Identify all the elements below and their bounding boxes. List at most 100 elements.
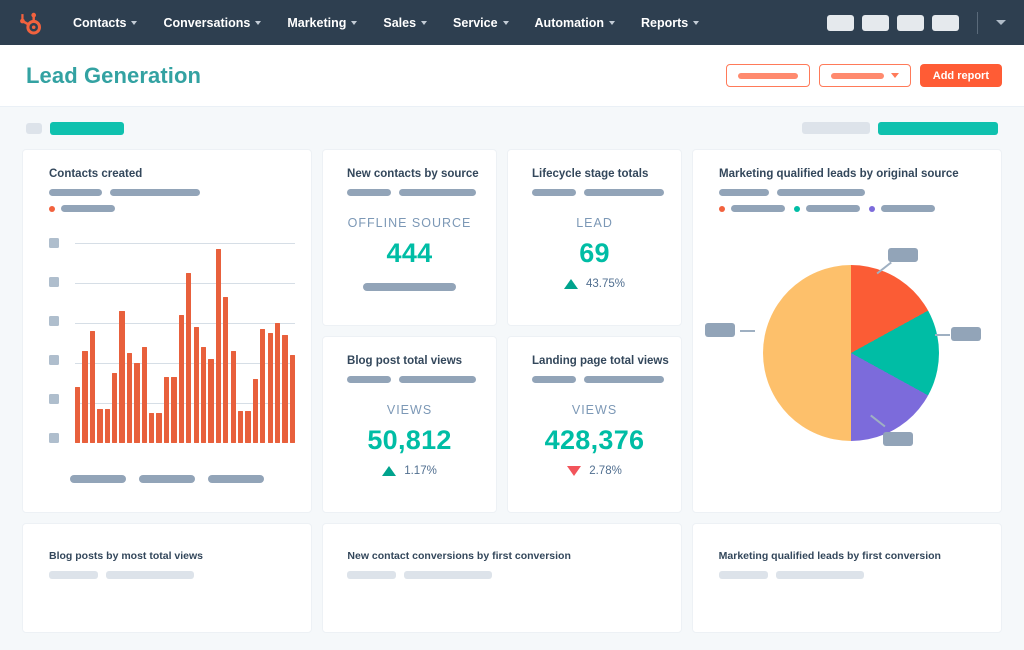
nav-right-actions (827, 0, 1010, 45)
bar[interactable] (126, 353, 133, 443)
card-mql-by-first-conversion[interactable]: Marketing qualified leads by first conve… (691, 523, 1002, 633)
kpi-value: 69 (579, 238, 610, 268)
bar[interactable] (215, 249, 222, 443)
bar[interactable] (112, 373, 118, 443)
card-subtitle-redacted (23, 562, 311, 579)
nav-item-label: Contacts (73, 15, 127, 30)
card-title: Blog posts by most total views (49, 550, 204, 562)
y-axis-label-redacted (49, 316, 59, 326)
bar[interactable] (156, 413, 162, 443)
nav-item-conversations[interactable]: Conversations (150, 16, 274, 30)
kpi-footer-redacted (323, 283, 496, 291)
bar[interactable] (260, 329, 266, 443)
card-title: Blog post total views (347, 355, 463, 367)
x-axis-label-redacted (208, 475, 265, 483)
kpi-delta: 1.17% (323, 465, 496, 477)
nav-item-label: Service (453, 15, 498, 30)
bar[interactable] (186, 273, 192, 443)
bar[interactable] (119, 311, 125, 443)
chart-legend (23, 196, 311, 212)
card-mql-by-original-source[interactable]: Marketing qualified leads by original so… (692, 149, 1002, 513)
bar[interactable] (252, 379, 259, 443)
bar[interactable] (200, 347, 207, 443)
bar[interactable] (223, 297, 229, 443)
card-new-contacts-by-source[interactable]: New contacts by source OFFLINE SOURCE 44… (322, 149, 498, 326)
nav-item-label: Marketing (287, 15, 347, 30)
chevron-down-icon (421, 20, 428, 25)
bar[interactable] (134, 363, 140, 443)
bar[interactable] (89, 331, 96, 443)
card-title: New contacts by source (347, 168, 479, 180)
nav-item-label: Automation (534, 15, 604, 30)
page-title: Lead Generation (26, 62, 202, 88)
bar[interactable] (237, 411, 244, 443)
bar[interactable] (289, 355, 296, 443)
bar[interactable] (193, 327, 199, 443)
top-navigation-bar: Contacts Conversations Marketing Sales S… (0, 0, 1024, 45)
filter-redacted-icon[interactable] (26, 122, 42, 134)
nav-action-icon-4[interactable] (932, 14, 959, 31)
bar[interactable] (97, 409, 103, 443)
bar[interactable] (141, 347, 147, 443)
card-lifecycle-stage-totals[interactable]: Lifecycle stage totals LEAD 69 43.75% (507, 149, 683, 326)
kpi-label: LEAD (576, 216, 613, 230)
bar[interactable] (245, 411, 251, 443)
legend-dot-icon (719, 205, 726, 212)
nav-item-contacts[interactable]: Contacts (60, 16, 150, 30)
nav-action-icon-1[interactable] (827, 14, 854, 31)
nav-item-reports[interactable]: Reports (628, 16, 712, 30)
card-subtitle-redacted (323, 562, 680, 579)
bar[interactable] (230, 351, 236, 443)
redacted-legend-label (881, 205, 936, 212)
kpi-label: OFFLINE SOURCE (347, 216, 472, 230)
pie-legend (693, 196, 1001, 212)
nav-menu: Contacts Conversations Marketing Sales S… (60, 16, 712, 30)
hubspot-sprocket-icon[interactable] (14, 8, 44, 38)
filter-redacted-chip-2[interactable] (802, 122, 870, 134)
bar[interactable] (208, 359, 214, 443)
bar[interactable] (267, 333, 273, 443)
dashboard-grid: Contacts created New contacts by source … (0, 149, 1024, 633)
redacted-bar (532, 189, 577, 196)
card-new-contact-conversions[interactable]: New contact conversions by first convers… (322, 523, 682, 633)
bar[interactable] (282, 335, 288, 443)
trend-up-icon (382, 466, 397, 476)
bar[interactable] (104, 409, 110, 443)
filter-redacted-chip-1[interactable] (50, 121, 124, 135)
x-axis-labels (23, 475, 311, 483)
bar[interactable] (274, 323, 281, 443)
card-subtitle-redacted (323, 367, 496, 383)
chevron-down-icon (255, 20, 262, 25)
card-landing-page-total-views[interactable]: Landing page total views VIEWS 428,376 2… (507, 336, 683, 513)
redacted-bar (777, 189, 866, 196)
account-chevron-down-icon[interactable] (996, 20, 1006, 25)
card-blog-post-total-views[interactable]: Blog post total views VIEWS 50,812 1.17% (322, 336, 498, 513)
bar[interactable] (149, 413, 155, 443)
redacted-bar (347, 189, 392, 196)
dashboard-actions-button[interactable] (725, 64, 810, 87)
card-subtitle-redacted (693, 180, 1001, 196)
nav-item-sales[interactable]: Sales (370, 16, 440, 30)
bar[interactable] (163, 377, 170, 443)
redacted-bar (404, 571, 493, 579)
chevron-down-icon (351, 20, 358, 25)
bar[interactable] (82, 351, 88, 443)
bar[interactable] (171, 377, 177, 443)
bar[interactable] (178, 315, 184, 443)
nav-item-automation[interactable]: Automation (522, 16, 628, 30)
nav-item-service[interactable]: Service (440, 16, 521, 30)
kpi-value: 444 (386, 238, 433, 268)
card-blog-posts-by-most-total-views[interactable]: Blog posts by most total views (22, 523, 313, 633)
dashboard-filter-dropdown[interactable] (818, 64, 911, 87)
redacted-bar (49, 189, 102, 196)
add-report-button[interactable]: Add report (919, 64, 1002, 87)
nav-action-icon-2[interactable] (862, 14, 889, 31)
redacted-bar (775, 571, 864, 579)
bar[interactable] (75, 387, 81, 443)
nav-action-icon-3[interactable] (897, 14, 924, 31)
y-axis-label-redacted (49, 277, 59, 287)
nav-item-marketing[interactable]: Marketing (274, 16, 370, 30)
kpi-delta-value: 2.78% (589, 465, 622, 477)
filter-redacted-chip-3[interactable] (878, 121, 998, 135)
card-contacts-created[interactable]: Contacts created (22, 149, 313, 513)
